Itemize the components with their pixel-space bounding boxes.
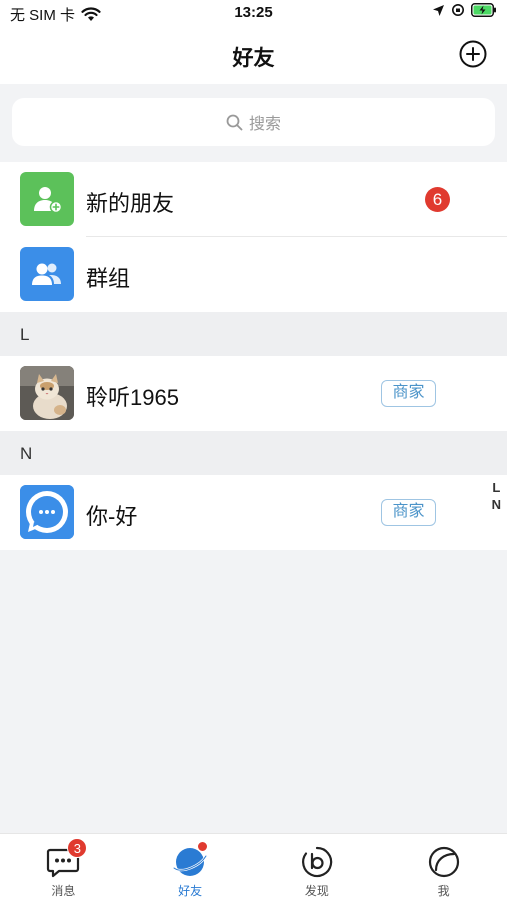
unread-messages-badge: 3 <box>67 838 88 858</box>
tab-label: 好友 <box>178 884 203 898</box>
tab-label: 发现 <box>304 884 329 898</box>
tab-discover[interactable]: 发现 <box>254 834 381 900</box>
merchant-tag: 商家 <box>381 499 436 526</box>
new-friends-label: 新的朋友 <box>86 191 175 216</box>
planet-icon <box>172 841 209 880</box>
battery-charging-icon <box>471 3 496 17</box>
groups-icon <box>20 247 74 301</box>
alphabet-index[interactable]: L N <box>492 480 501 512</box>
status-icons <box>432 3 497 17</box>
section-letter: N <box>20 444 33 463</box>
merchant-tag: 商家 <box>381 380 436 407</box>
search-icon <box>226 114 243 130</box>
orientation-lock-icon <box>452 4 464 16</box>
contact-name: 你-好 <box>86 504 138 529</box>
nav-bar: 好友 <box>0 26 507 84</box>
tab-me[interactable]: 我 <box>380 834 507 900</box>
clock: 13:25 <box>234 4 273 21</box>
new-friends-count-badge: 6 <box>425 187 450 212</box>
tab-label: 我 <box>437 884 450 898</box>
discover-icon <box>299 844 335 880</box>
new-friends-row[interactable]: 新的朋友 6 <box>0 162 507 237</box>
search-input[interactable]: 搜索 <box>12 98 495 146</box>
contact-row[interactable]: 你-好 商家 <box>0 475 507 550</box>
page-title: 好友 <box>232 47 275 70</box>
section-header-n: N <box>0 431 507 475</box>
groups-row[interactable]: 群组 <box>0 237 507 312</box>
search-placeholder: 搜索 <box>248 116 281 133</box>
tab-friends[interactable]: 好友 <box>127 834 254 900</box>
section-letter: L <box>20 325 30 344</box>
contact-row[interactable]: 聆听1965 商家 <box>0 356 507 431</box>
status-bar: 无 SIM 卡 13:25 <box>0 0 507 26</box>
tab-bar: 3 消息 好友 发现 我 <box>0 833 507 900</box>
index-letter-n[interactable]: N <box>492 497 501 512</box>
new-friends-icon <box>20 172 74 226</box>
tab-label: 消息 <box>51 884 76 898</box>
contact-name: 聆听1965 <box>86 385 179 410</box>
tab-messages[interactable]: 3 消息 <box>0 834 127 900</box>
chat-bubble-icon: 3 <box>45 838 88 880</box>
search-area: 搜索 <box>0 84 507 162</box>
section-header-l: L <box>0 312 507 356</box>
index-letter-l[interactable]: L <box>492 480 501 495</box>
contact-avatar <box>20 366 74 420</box>
contact-avatar <box>20 485 74 539</box>
add-friend-button[interactable] <box>459 40 487 68</box>
groups-label: 群组 <box>86 266 131 291</box>
profile-icon <box>426 844 462 880</box>
location-arrow-icon <box>433 4 444 16</box>
